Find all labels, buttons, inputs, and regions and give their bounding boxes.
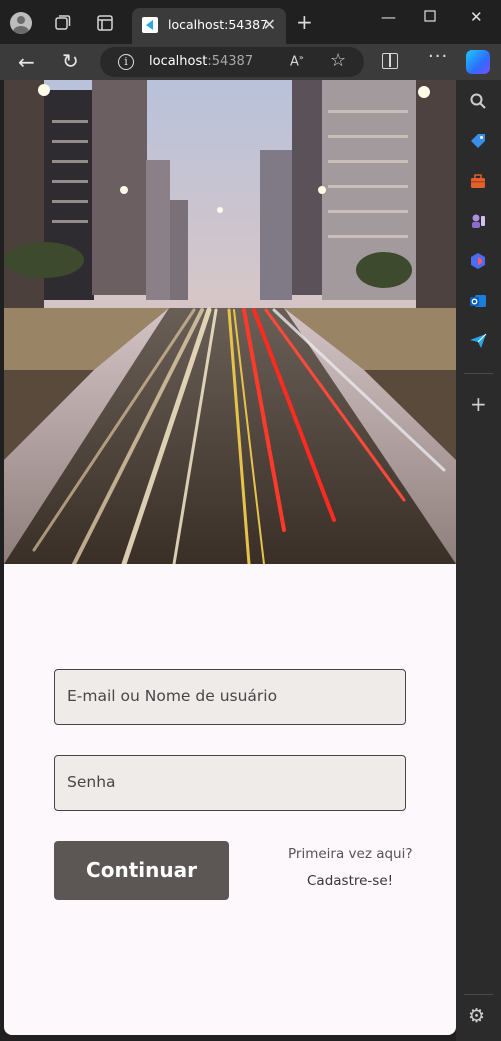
sidebar-divider	[464, 373, 493, 374]
profile-avatar-icon[interactable]	[10, 12, 32, 34]
send-icon[interactable]	[469, 332, 487, 350]
first-time-text: Primeira vez aqui?	[288, 846, 413, 862]
tab-title: localhost:54387	[168, 17, 269, 32]
office-icon[interactable]	[469, 252, 487, 270]
continue-button[interactable]: Continuar	[54, 841, 229, 900]
email-field-label: E-mail ou Nome de usuário	[67, 687, 278, 705]
games-icon[interactable]	[469, 212, 487, 230]
address-bar[interactable]: i localhost:54387 A» ☆	[100, 47, 364, 77]
favorite-star-icon[interactable]: ☆	[330, 50, 346, 71]
browser-toolbar: ← ↻ i localhost:54387 A» ☆ ···	[0, 44, 501, 80]
browser-tab[interactable]: localhost:54387 ✕	[132, 8, 286, 44]
reload-icon[interactable]: ↻	[62, 49, 79, 73]
password-field[interactable]: Senha	[54, 755, 406, 811]
address-url[interactable]: localhost:54387	[149, 54, 253, 69]
copilot-icon[interactable]	[466, 50, 490, 74]
more-icon[interactable]: ···	[428, 46, 448, 67]
browser-sidebar: + ⚙	[456, 80, 501, 1041]
maximize-icon[interactable]	[424, 10, 436, 22]
info-icon[interactable]: i	[118, 54, 134, 70]
shopping-tag-icon[interactable]	[469, 132, 487, 150]
window-close-icon[interactable]: ✕	[470, 8, 483, 26]
read-aloud-icon[interactable]: A»	[290, 53, 304, 69]
url-host: localhost	[149, 54, 208, 69]
browser-titlebar: localhost:54387 ✕ + — ✕	[0, 0, 501, 44]
sidebar-add-icon[interactable]: +	[470, 394, 487, 414]
tab-actions-icon[interactable]	[53, 14, 71, 32]
url-port: :54387	[207, 54, 254, 69]
gear-icon[interactable]: ⚙	[468, 1006, 485, 1026]
outlook-icon[interactable]	[469, 292, 487, 310]
login-page: E-mail ou Nome de usuário Senha Continua…	[4, 80, 456, 1035]
signup-link[interactable]: Cadastre-se!	[307, 873, 393, 889]
flutter-favicon-icon	[142, 17, 158, 33]
email-field[interactable]: E-mail ou Nome de usuário	[54, 669, 406, 725]
sidebar-divider	[464, 994, 493, 995]
city-street-hero-image	[4, 80, 456, 564]
search-icon[interactable]	[469, 92, 487, 110]
split-screen-icon[interactable]	[382, 53, 398, 69]
tab-close-icon[interactable]: ✕	[263, 15, 276, 34]
back-arrow-icon[interactable]: ←	[18, 50, 35, 74]
minimize-icon[interactable]: —	[381, 8, 396, 26]
vertical-tabs-icon[interactable]	[96, 14, 114, 32]
password-field-label: Senha	[67, 773, 116, 791]
toolbox-icon[interactable]	[469, 172, 487, 190]
new-tab-icon[interactable]: +	[296, 12, 313, 32]
